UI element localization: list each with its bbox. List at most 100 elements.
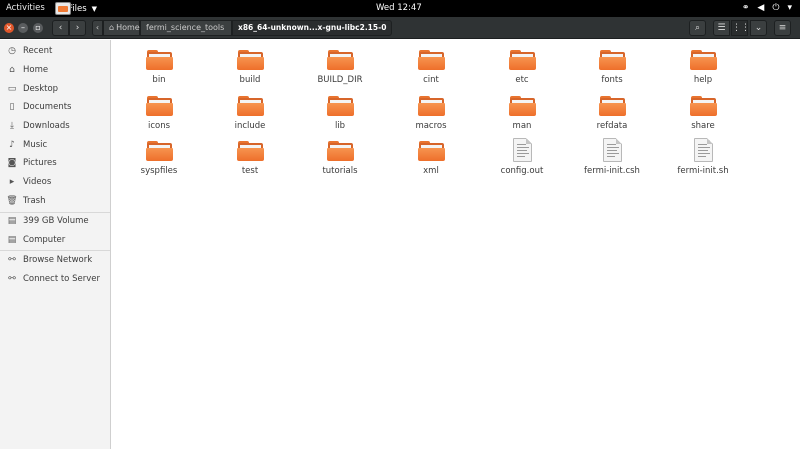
sidebar-item-home[interactable]: ⌂ Home [0, 61, 110, 79]
folder-item[interactable]: macros [386, 96, 476, 136]
folder-icon [237, 141, 264, 161]
folder-item[interactable]: build [205, 50, 295, 90]
volume-icon[interactable]: ◀ [757, 3, 764, 13]
minimize-button[interactable]: – [18, 23, 28, 33]
breadcrumb-current-folder[interactable]: x86_64-unknown...x-gnu-libc2.15-0 [232, 20, 392, 36]
breadcrumb-fermi-science-tools[interactable]: fermi_science_tools [140, 20, 232, 36]
system-tray[interactable]: ⚭ ◀ ⏻ ▾ [742, 3, 792, 13]
camera-icon: ◙ [7, 158, 17, 168]
file-name: config.out [500, 166, 544, 176]
folder-item[interactable]: share [658, 96, 748, 136]
clock-icon: ◷ [8, 46, 16, 56]
chevron-down-icon: ▼ [91, 4, 98, 13]
folder-item[interactable]: fonts [567, 50, 657, 90]
folder-item[interactable]: tutorials [295, 141, 385, 181]
sidebar-item-browse-network[interactable]: ⚯ Browse Network [0, 251, 110, 269]
sidebar-item-label: 399 GB Volume [23, 216, 89, 226]
close-icon: × [5, 23, 13, 32]
file-name: include [234, 121, 266, 131]
folder-item[interactable]: bin [114, 50, 204, 90]
chevron-left-icon: ‹ [58, 23, 63, 33]
file-name: macros [415, 121, 447, 131]
sidebar-item-downloads[interactable]: ⤓ Downloads [0, 117, 110, 135]
file-name: etc [515, 75, 529, 85]
file-name: tutorials [322, 166, 358, 176]
search-icon: ⌕ [694, 23, 701, 33]
document-item[interactable]: fermi-init.csh [567, 138, 657, 181]
search-button[interactable]: ⌕ [689, 20, 706, 36]
view-options-button[interactable]: ⌄ [750, 20, 767, 36]
document-item[interactable]: config.out [477, 138, 567, 181]
maximize-button[interactable]: ▫ [33, 23, 43, 33]
close-button[interactable]: × [4, 23, 14, 33]
folder-item[interactable]: test [205, 141, 295, 181]
folder-item[interactable]: cint [386, 50, 476, 90]
folder-icon [327, 141, 354, 161]
grid-view-button[interactable]: ⋮⋮ [731, 20, 750, 36]
sidebar-item-trash[interactable]: 🗑 Trash [0, 192, 110, 210]
file-name: bin [152, 75, 166, 85]
clock[interactable]: Wed 12:47 [376, 3, 422, 13]
sidebar-item-documents[interactable]: ▯ Documents [0, 98, 110, 116]
folder-item[interactable]: syspfiles [114, 141, 204, 181]
folder-item[interactable]: refdata [567, 96, 657, 136]
network-icon[interactable]: ⚭ [742, 3, 750, 13]
sidebar-item-volume[interactable]: ▤ 399 GB Volume [0, 212, 110, 230]
breadcrumb-home-label: Home [116, 23, 140, 32]
sidebar-item-label: Trash [23, 196, 46, 206]
sidebar-item-label: Music [23, 140, 48, 150]
sidebar-item-recent[interactable]: ◷ Recent [0, 42, 110, 60]
sidebar-item-desktop[interactable]: ▭ Desktop [0, 80, 110, 98]
main-menu-button[interactable]: ≡ [774, 20, 791, 36]
chevron-right-icon: › [75, 23, 80, 33]
folder-item[interactable]: lib [295, 96, 385, 136]
breadcrumb-home[interactable]: ⌂ Home [103, 20, 140, 36]
folder-icon [146, 50, 173, 70]
sidebar-item-label: Pictures [23, 158, 57, 168]
drive-icon: ▤ [7, 216, 17, 226]
folder-icon [418, 96, 445, 116]
list-view-button[interactable]: ☰ [713, 20, 730, 36]
app-menu[interactable]: Files ▼ [55, 0, 97, 17]
file-name: cint [423, 75, 439, 85]
folder-icon [599, 50, 626, 70]
folder-icon [690, 96, 717, 116]
file-grid: bin build BUILD_DIR cint etc fonts help … [112, 40, 800, 449]
files-app-icon [55, 2, 71, 15]
folder-item[interactable]: etc [477, 50, 567, 90]
hamburger-menu-icon: ≡ [778, 23, 787, 33]
sidebar-item-videos[interactable]: ▸ Videos [0, 173, 110, 191]
video-icon: ▸ [9, 177, 15, 187]
folder-item[interactable]: BUILD_DIR [295, 50, 385, 90]
header-bar: × – ▫ ‹ › ‹ ⌂ Home fermi_science_tools x… [0, 17, 800, 39]
folder-item[interactable]: include [205, 96, 295, 136]
folder-icon [690, 50, 717, 70]
sidebar-item-label: Documents [23, 102, 72, 112]
folder-item[interactable]: man [477, 96, 567, 136]
music-icon: ♪ [9, 140, 15, 150]
breadcrumb-scroll-left[interactable]: ‹ [92, 20, 103, 36]
forward-button[interactable]: › [69, 20, 86, 36]
script-file-icon [603, 138, 622, 162]
sidebar-item-pictures[interactable]: ◙ Pictures [0, 154, 110, 172]
folder-icon [599, 96, 626, 116]
document-item[interactable]: fermi-init.sh [658, 138, 748, 181]
folder-item[interactable]: icons [114, 96, 204, 136]
folder-icon [237, 96, 264, 116]
power-icon[interactable]: ⏻ [772, 3, 779, 13]
text-file-icon [513, 138, 532, 162]
folder-icon [418, 50, 445, 70]
document-icon: ▯ [9, 102, 15, 112]
file-name: BUILD_DIR [317, 75, 363, 85]
sidebar-item-music[interactable]: ♪ Music [0, 136, 110, 154]
back-button[interactable]: ‹ [52, 20, 69, 36]
sidebar-item-connect-server[interactable]: ⚯ Connect to Server [0, 270, 110, 288]
folder-item[interactable]: help [658, 50, 748, 90]
computer-icon: ▤ [7, 235, 17, 245]
folder-item[interactable]: xml [386, 141, 476, 181]
activities-button[interactable]: Activities [6, 3, 45, 13]
sidebar-item-computer[interactable]: ▤ Computer [0, 231, 110, 249]
chevron-down-icon[interactable]: ▾ [787, 3, 792, 13]
folder-icon [509, 50, 536, 70]
file-name: refdata [596, 121, 628, 131]
